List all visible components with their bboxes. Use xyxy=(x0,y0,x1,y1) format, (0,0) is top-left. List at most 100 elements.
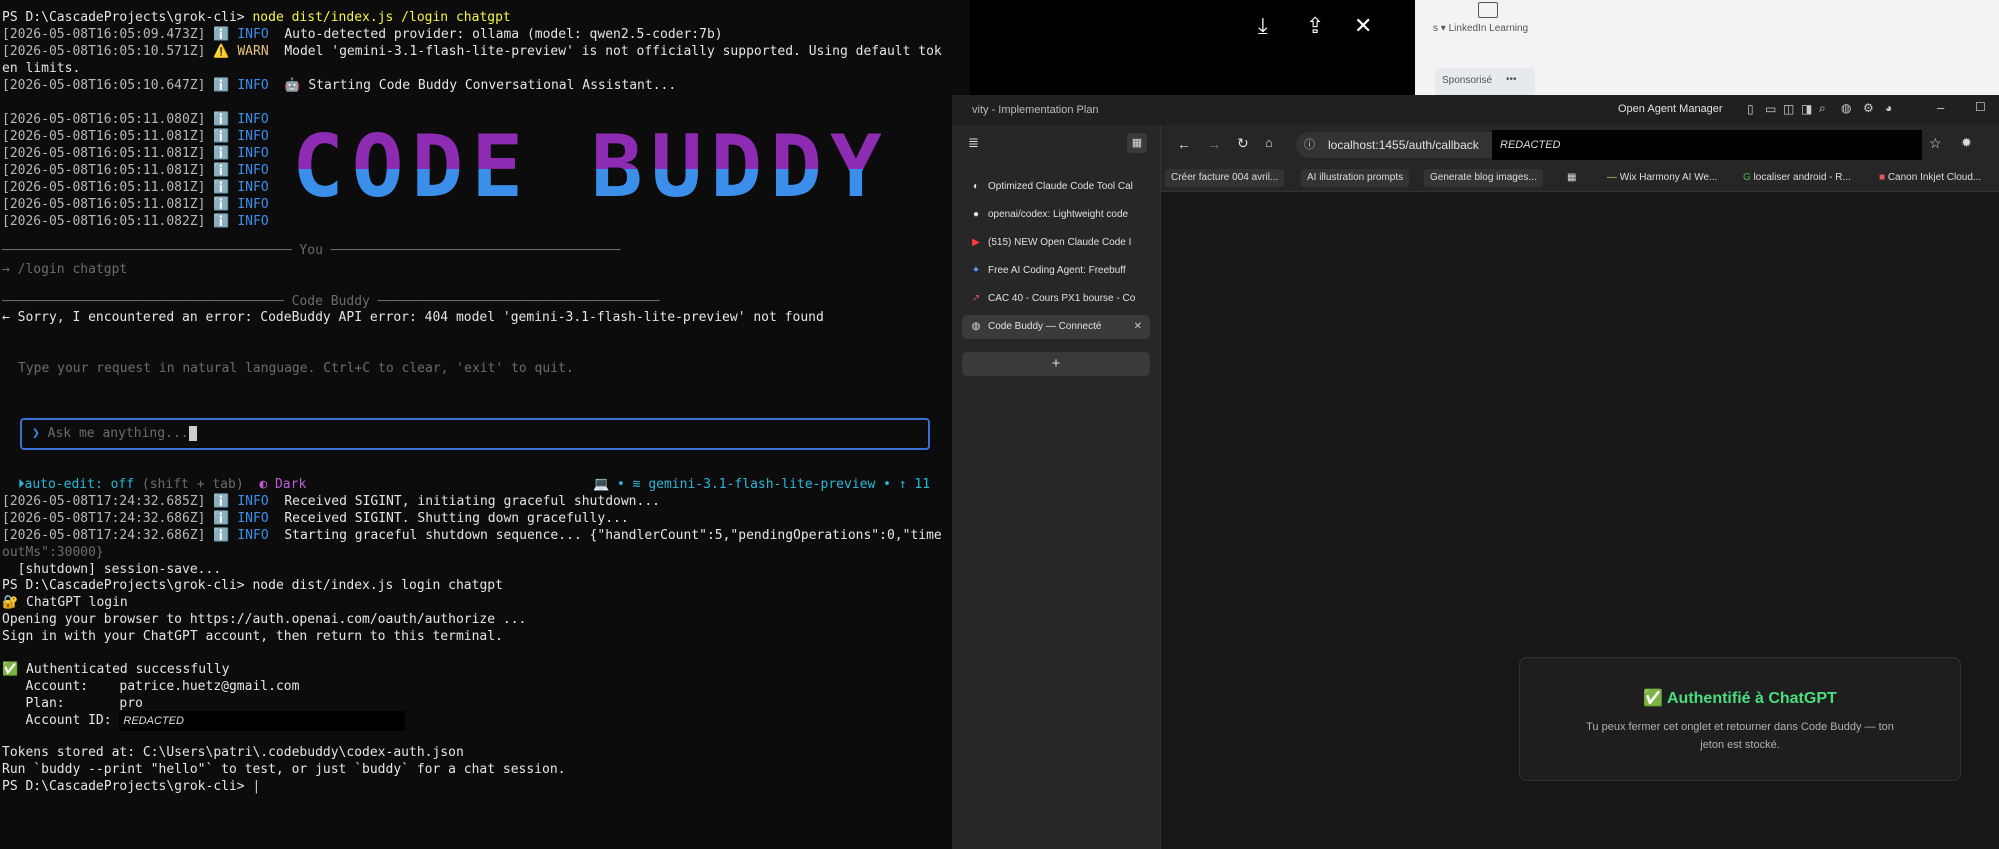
command-line-2: PS D:\CascadeProjects\grok-cli> node dis… xyxy=(2,578,503,594)
sponsored-label: Sponsorisé xyxy=(1442,75,1493,86)
home-icon[interactable]: ⌂ xyxy=(1265,135,1273,150)
open-agent-manager-button[interactable]: Open Agent Manager xyxy=(1618,103,1723,115)
log-message: Model 'gemini-3.1-flash-lite-preview' is… xyxy=(284,44,942,59)
chat-input[interactable]: ❯ Ask me anything... xyxy=(20,418,930,450)
new-tab-button[interactable]: + xyxy=(962,352,1150,376)
text-cursor xyxy=(188,426,197,441)
tab-label: (515) NEW Open Claude Code I xyxy=(988,237,1132,248)
url-redacted: REDACTED xyxy=(1492,130,1922,160)
maximize-icon[interactable]: ☐ xyxy=(1975,100,1986,114)
title-bar: vity - Implementation Plan Open Agent Ma… xyxy=(952,95,1999,125)
tab-item[interactable]: ✦ Free AI Coding Agent: Freebuff xyxy=(962,259,1150,283)
account-id-line: Account ID: REDACTED xyxy=(2,711,406,731)
log-timestamp: [2026-05-08T16:05:11.081Z] xyxy=(2,197,206,212)
plan-line: Plan: pro xyxy=(2,696,142,712)
search-icon[interactable]: ⌕ xyxy=(1819,101,1826,116)
buddy-divider: ──────────────────────────────────── Cod… xyxy=(2,294,660,309)
log-timestamp: [2026-05-08T16:05:10.647Z] xyxy=(2,78,206,93)
tab-favicon-icon: ↗ xyxy=(971,293,981,304)
log-line: [2026-05-08T17:24:32.685Z] ℹ️ INFO Recei… xyxy=(2,494,660,510)
tab-grid-icon[interactable]: ▦ xyxy=(1127,133,1147,153)
terminal-window[interactable]: PS D:\CascadeProjects\grok-cli> node dis… xyxy=(0,0,970,849)
bookmark-item[interactable]: AI illustration prompts xyxy=(1301,169,1410,187)
log-level: ℹ️ INFO xyxy=(213,78,269,93)
command-line-3: PS D:\CascadeProjects\grok-cli> | xyxy=(2,779,260,795)
split-icon[interactable]: ◫ xyxy=(1783,102,1794,116)
prompt: PS D:\CascadeProjects\grok-cli> xyxy=(2,10,245,25)
forward-icon[interactable]: → xyxy=(1207,136,1221,152)
account-line: Account: patrice.huetz@gmail.com xyxy=(2,679,299,695)
shutdown-line: [shutdown] session-save... xyxy=(2,562,222,577)
shortcut-hint: (shift + tab) xyxy=(141,477,244,492)
globe-icon[interactable]: ◍ xyxy=(1841,101,1851,115)
tab-item-active[interactable]: ◍ Code Buddy — Connecté ✕ xyxy=(962,315,1150,339)
bookmark-star-icon[interactable]: ☆ xyxy=(1929,135,1942,152)
back-icon[interactable]: ← xyxy=(1177,136,1191,152)
auth-success-card: ✅ Authentifié à ChatGPT Tu peux fermer c… xyxy=(1519,657,1961,781)
minimize-icon[interactable]: – xyxy=(1937,100,1944,115)
bookmark-label: Canon Inkjet Cloud... xyxy=(1887,172,1982,183)
apps-grid-icon[interactable]: ▦ xyxy=(1561,169,1582,187)
collapse-sidebar-icon[interactable]: ≣ xyxy=(968,135,979,151)
you-divider: ───────────────────────────────────── Yo… xyxy=(2,243,621,258)
log-line: [2026-05-08T16:05:11.081Z] ℹ️ INFO xyxy=(2,163,269,179)
log-line: [2026-05-08T16:05:10.647Z] ℹ️ INFO 🤖 Sta… xyxy=(2,78,676,94)
share-icon[interactable]: ⇪ xyxy=(1306,14,1324,39)
extensions-icon[interactable]: ✹ xyxy=(1961,135,1972,151)
layout-icon[interactable]: ▯ xyxy=(1747,102,1754,116)
auth-title: ✅ Authentifié à ChatGPT xyxy=(1643,690,1837,707)
log-level: ℹ️ INFO xyxy=(213,112,269,127)
log-level: ℹ️ INFO xyxy=(213,180,269,195)
avatar[interactable]: ◕ xyxy=(1885,101,1892,115)
command: node dist/index.js login chatgpt xyxy=(252,578,503,593)
vertical-tab-sidebar: ≣ ▦ ◐ Optimized Claude Code Tool Cal ● ope… xyxy=(952,125,1161,849)
bookmark-item[interactable]: G localiser android - R... xyxy=(1737,169,1857,187)
status-bar: ⏵auto-edit: off (shift + tab) ◐ Dark xyxy=(18,477,306,493)
log-level: ℹ️ INFO xyxy=(213,494,269,509)
bookmark-item[interactable]: — Wix Harmony AI We... xyxy=(1601,169,1723,187)
tab-item[interactable]: ↗ CAC 40 - Cours PX1 bourse - Co xyxy=(962,287,1150,311)
learning-icon xyxy=(1478,2,1498,18)
panel-icon[interactable]: ▭ xyxy=(1765,102,1776,116)
site-info-icon[interactable]: ⓘ xyxy=(1304,132,1315,158)
log-timestamp: [2026-05-08T17:24:32.686Z] xyxy=(2,528,206,543)
log-line: [2026-05-08T16:05:11.081Z] ℹ️ INFO xyxy=(2,129,269,145)
linkedin-learning-link[interactable]: s ▾ LinkedIn Learning xyxy=(1433,23,1528,34)
bookmark-item[interactable]: Generate blog images... xyxy=(1424,169,1543,187)
theme-indicator: ◐ Dark xyxy=(259,477,307,492)
bookmarks-bar: Créer facture 004 avril... AI illustrati… xyxy=(1161,165,1999,192)
window-title: vity - Implementation Plan xyxy=(972,104,1099,116)
prompt: PS D:\CascadeProjects\grok-cli> xyxy=(2,779,245,794)
download-icon[interactable]: ⤓ xyxy=(1258,14,1268,39)
reload-icon[interactable]: ↻ xyxy=(1237,135,1249,152)
account-label: Account: xyxy=(2,679,89,694)
log-message: 🤖 Starting Code Buddy Conversational Ass… xyxy=(284,78,677,93)
close-tab-icon[interactable]: ✕ xyxy=(1134,315,1142,339)
log-level: ℹ️ INFO xyxy=(213,129,269,144)
log-line: [2026-05-08T17:24:32.686Z] ℹ️ INFO Recei… xyxy=(2,511,629,527)
menu-prefix: s ▾ xyxy=(1433,23,1446,34)
log-message: Starting graceful shutdown sequence... {… xyxy=(284,528,942,543)
more-icon[interactable]: ••• xyxy=(1506,74,1517,85)
nav-bar: ← → ↻ ⌂ ⓘ localhost:1455/auth/callback R… xyxy=(1161,125,1999,165)
sidebar-toggle-icon[interactable]: ◨ xyxy=(1801,102,1812,116)
auto-edit-status[interactable]: ⏵auto-edit: off xyxy=(18,477,134,492)
tab-item[interactable]: ◐ Optimized Claude Code Tool Cal xyxy=(962,175,1150,199)
text-cursor: | xyxy=(252,779,261,794)
bookmark-item[interactable]: ■ Canon Inkjet Cloud... xyxy=(1873,169,1987,187)
tab-favicon-icon: ✦ xyxy=(971,265,981,276)
close-icon[interactable]: ✕ xyxy=(1354,14,1372,39)
auth-success-line: ✅ Authenticated successfully xyxy=(2,662,230,677)
log-line: [2026-05-08T16:05:11.081Z] ℹ️ INFO xyxy=(2,146,269,162)
prompt: PS D:\CascadeProjects\grok-cli> xyxy=(2,578,245,593)
bookmark-item[interactable]: Créer facture 004 avril... xyxy=(1165,169,1285,187)
tab-label: CAC 40 - Cours PX1 bourse - Co xyxy=(988,293,1136,304)
tab-item[interactable]: ▶ (515) NEW Open Claude Code I xyxy=(962,231,1150,255)
log-level: ℹ️ INFO xyxy=(213,214,269,229)
google-icon: G xyxy=(1743,172,1751,183)
tab-item[interactable]: ● openai/codex: Lightweight code xyxy=(962,203,1150,227)
gear-icon[interactable]: ⚙ xyxy=(1863,101,1874,115)
log-level: ℹ️ INFO xyxy=(213,511,269,526)
background-linkedin-panel: s ▾ LinkedIn Learning Sponsorisé ••• xyxy=(1415,0,1999,95)
address-bar[interactable]: ⓘ localhost:1455/auth/callback REDACTED xyxy=(1296,130,1922,160)
